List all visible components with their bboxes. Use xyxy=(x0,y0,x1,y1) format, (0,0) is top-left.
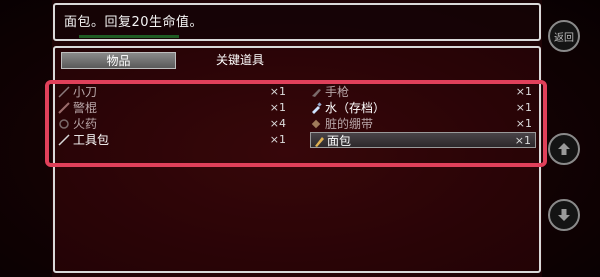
scroll-down-button[interactable] xyxy=(548,199,580,231)
tab-key-items[interactable]: 关键道具 xyxy=(190,52,290,69)
item-description: 面包。回复20生命值。 xyxy=(64,15,204,30)
tab-items[interactable]: 物品 xyxy=(61,52,176,69)
message-panel: 面包。回复20生命值。 xyxy=(53,3,541,41)
description-bar xyxy=(79,35,179,38)
highlight-frame xyxy=(45,80,547,167)
arrow-down-icon xyxy=(558,209,570,221)
scroll-up-button[interactable] xyxy=(548,133,580,165)
arrow-up-icon xyxy=(558,143,570,155)
back-button-label: 返回 xyxy=(554,32,574,44)
back-button[interactable]: 返回 xyxy=(548,20,580,52)
